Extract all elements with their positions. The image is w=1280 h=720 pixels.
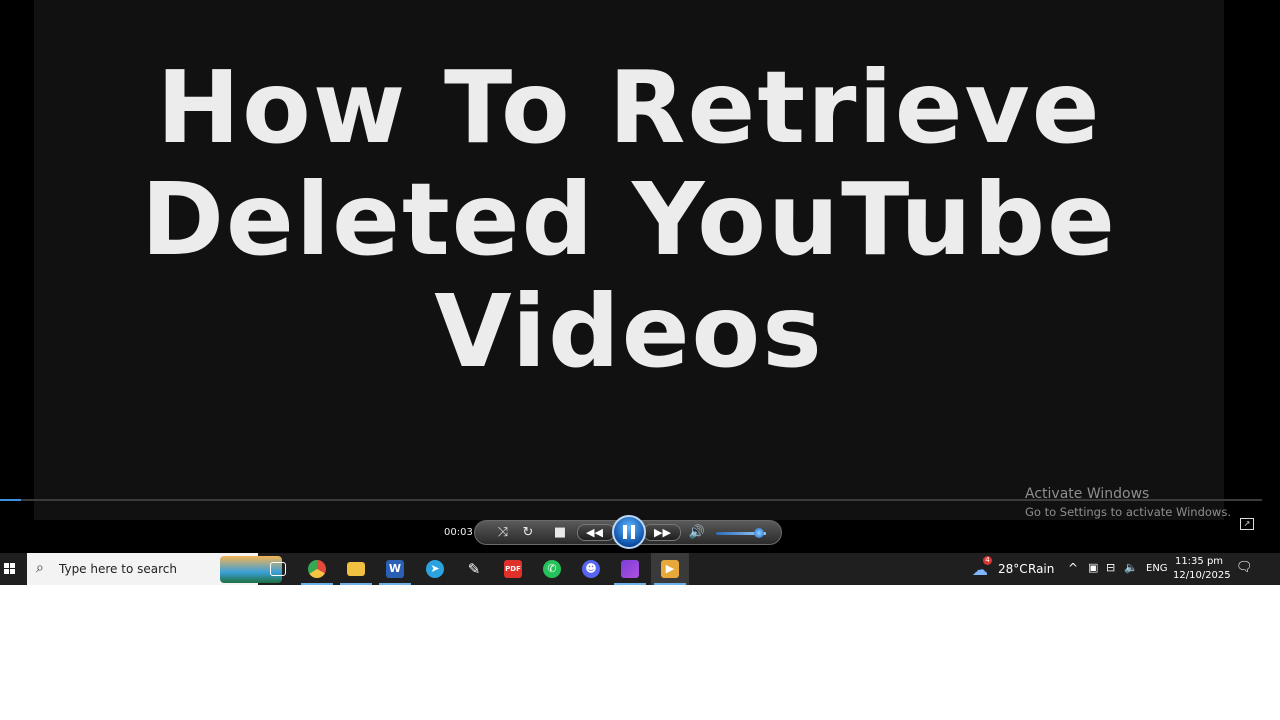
system-clock[interactable]: 11:35 pm 12/10/2025: [1173, 555, 1231, 583]
pause-icon: [623, 525, 627, 539]
switch-to-fullscreen-icon[interactable]: ↗: [1240, 518, 1254, 530]
network-icon[interactable]: ⊟: [1106, 561, 1115, 585]
elapsed-time: 00:03: [444, 527, 473, 538]
taskbar-media-player[interactable]: ▶: [651, 553, 689, 585]
weather-temperature: 28°C: [998, 562, 1028, 576]
clock-date: 12/10/2025: [1173, 570, 1231, 581]
start-button[interactable]: [0, 553, 27, 585]
next-button[interactable]: ▶▶: [643, 524, 681, 541]
pdf-icon: PDF: [504, 560, 522, 578]
telegram-icon: ➤: [426, 560, 444, 578]
clipchamp-icon: [621, 560, 639, 578]
watermark-title: Activate Windows: [1025, 486, 1150, 502]
search-icon: ⌕: [36, 560, 44, 576]
taskbar-word[interactable]: W: [376, 553, 414, 585]
playback-controls: ⤨ ↻ ■ ◀◀ ▶▶ 🔊: [474, 515, 782, 549]
input-language[interactable]: ENG: [1146, 563, 1168, 585]
rewind-icon: ◀◀: [586, 526, 603, 539]
activate-windows-watermark: Activate Windows Go to Settings to activ…: [1025, 486, 1231, 519]
meet-now-icon[interactable]: ▣: [1088, 561, 1098, 585]
taskbar: ⌕ Type here to search W ➤ ✎ PDF ✆ ☻ ▶ ☁ …: [0, 553, 1280, 585]
word-icon: W: [386, 560, 404, 578]
weather-badge: 4: [983, 556, 992, 565]
speaker-icon[interactable]: 🔈: [1124, 561, 1138, 585]
taskbar-pdf-app[interactable]: PDF: [494, 553, 532, 585]
task-view-button[interactable]: [258, 553, 296, 585]
media-player-icon: ▶: [661, 560, 679, 578]
taskbar-telegram[interactable]: ➤: [416, 553, 454, 585]
fast-forward-icon: ▶▶: [654, 526, 671, 539]
previous-button[interactable]: ◀◀: [577, 524, 615, 541]
taskbar-pen-app[interactable]: ✎: [455, 553, 493, 585]
pen-icon: ✎: [467, 560, 481, 578]
seek-progress: [0, 499, 22, 501]
volume-icon[interactable]: 🔊: [687, 523, 707, 543]
taskbar-search-box[interactable]: ⌕ Type here to search: [27, 553, 282, 585]
clock-time: 11:35 pm: [1174, 556, 1224, 567]
watermark-subtitle: Go to Settings to activate Windows.: [1025, 505, 1231, 519]
video-title: How To Retrieve Deleted YouTube Videos: [34, 52, 1224, 388]
stop-button[interactable]: ■: [550, 523, 570, 543]
taskbar-discord[interactable]: ☻: [572, 553, 610, 585]
windows-logo-icon: [4, 563, 16, 575]
show-hidden-icons-chevron-icon[interactable]: ^: [1068, 561, 1078, 585]
taskbar-whatsapp[interactable]: ✆: [533, 553, 571, 585]
discord-icon: ☻: [582, 560, 600, 578]
volume-slider-handle[interactable]: [753, 528, 764, 538]
taskbar-clipchamp[interactable]: [611, 553, 649, 585]
taskbar-chrome[interactable]: [298, 553, 336, 585]
task-view-icon: [270, 562, 286, 576]
pause-button[interactable]: [612, 515, 646, 549]
weather-condition: Rain: [1028, 562, 1055, 576]
shuffle-icon[interactable]: ⤨: [493, 523, 513, 543]
video-title-line-2: Deleted YouTube: [141, 161, 1117, 278]
search-placeholder: Type here to search: [59, 562, 177, 576]
taskbar-file-explorer[interactable]: [337, 553, 375, 585]
media-player-window: How To Retrieve Deleted YouTube Videos 0…: [0, 0, 1280, 585]
chrome-icon: [308, 560, 326, 578]
video-title-line-1: How To Retrieve: [156, 49, 1102, 166]
repeat-icon[interactable]: ↻: [518, 523, 538, 543]
video-title-line-3: Videos: [434, 273, 824, 390]
folder-icon: [347, 562, 365, 576]
whatsapp-icon: ✆: [543, 560, 561, 578]
notifications-icon[interactable]: 🗨: [1236, 560, 1253, 585]
